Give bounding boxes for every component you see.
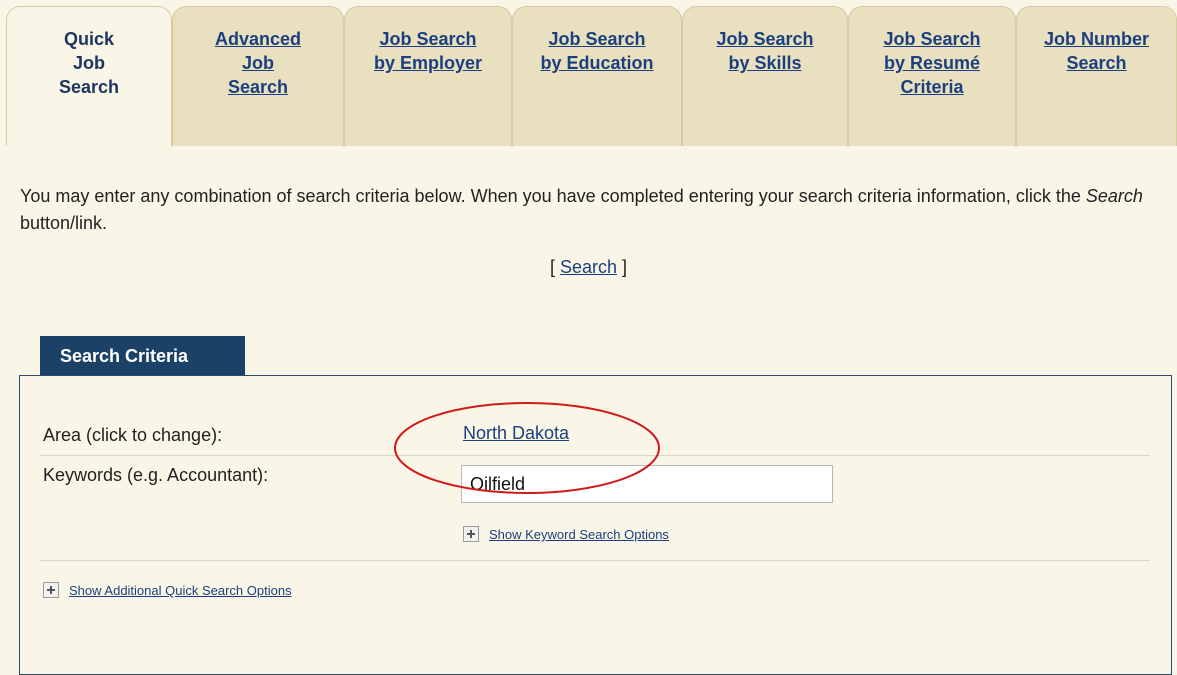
keywords-input[interactable] [461,465,833,503]
divider [40,455,1150,456]
tab-quick-job-search[interactable]: Quick Job Search [6,6,172,146]
tab-job-search-by-education[interactable]: Job Search by Education [512,6,682,146]
tab-label: Job Search by Education [540,29,654,73]
area-label: Area (click to change): [43,425,223,445]
tab-bar: Quick Job Search Advanced Job Search Job… [6,6,1177,146]
search-criteria-panel [19,375,1172,675]
tab-label: Quick Job Search [58,29,120,97]
open-bracket: [ [549,257,555,277]
tab-job-number-search[interactable]: Job Number Search [1016,6,1177,146]
tab-label: Job Search by Skills [716,29,814,73]
tab-job-search-by-employer[interactable]: Job Search by Employer [344,6,512,146]
area-link[interactable]: North Dakota [463,423,569,444]
tab-label: Advanced Job Search [214,29,302,97]
instructions-text-after: button/link. [20,213,108,233]
show-keyword-search-options-link[interactable]: Show Keyword Search Options [489,527,669,542]
search-criteria-header: Search Criteria [40,336,245,376]
tab-job-search-by-resume-criteria[interactable]: Job Search by Resumé Criteria [848,6,1016,146]
expand-plus-icon[interactable] [43,582,59,598]
tab-label: Job Number Search [1043,29,1149,73]
divider [40,560,1150,561]
instructions-text: You may enter any combination of search … [20,183,1160,237]
expand-plus-icon[interactable] [463,526,479,542]
close-bracket: ] [622,257,628,277]
search-link-row: [ Search ] [0,257,1177,278]
instructions-text-before: You may enter any combination of search … [20,186,1086,206]
tab-advanced-job-search[interactable]: Advanced Job Search [172,6,344,146]
tab-job-search-by-skills[interactable]: Job Search by Skills [682,6,848,146]
tab-label: Job Search by Resumé Criteria [883,29,981,97]
tab-label: Job Search by Employer [373,29,483,73]
instructions-emphasis: Search [1085,186,1143,206]
show-additional-quick-search-options-link[interactable]: Show Additional Quick Search Options [69,583,292,598]
search-link[interactable]: Search [560,257,617,277]
keywords-label: Keywords (e.g. Accountant): [43,465,269,485]
